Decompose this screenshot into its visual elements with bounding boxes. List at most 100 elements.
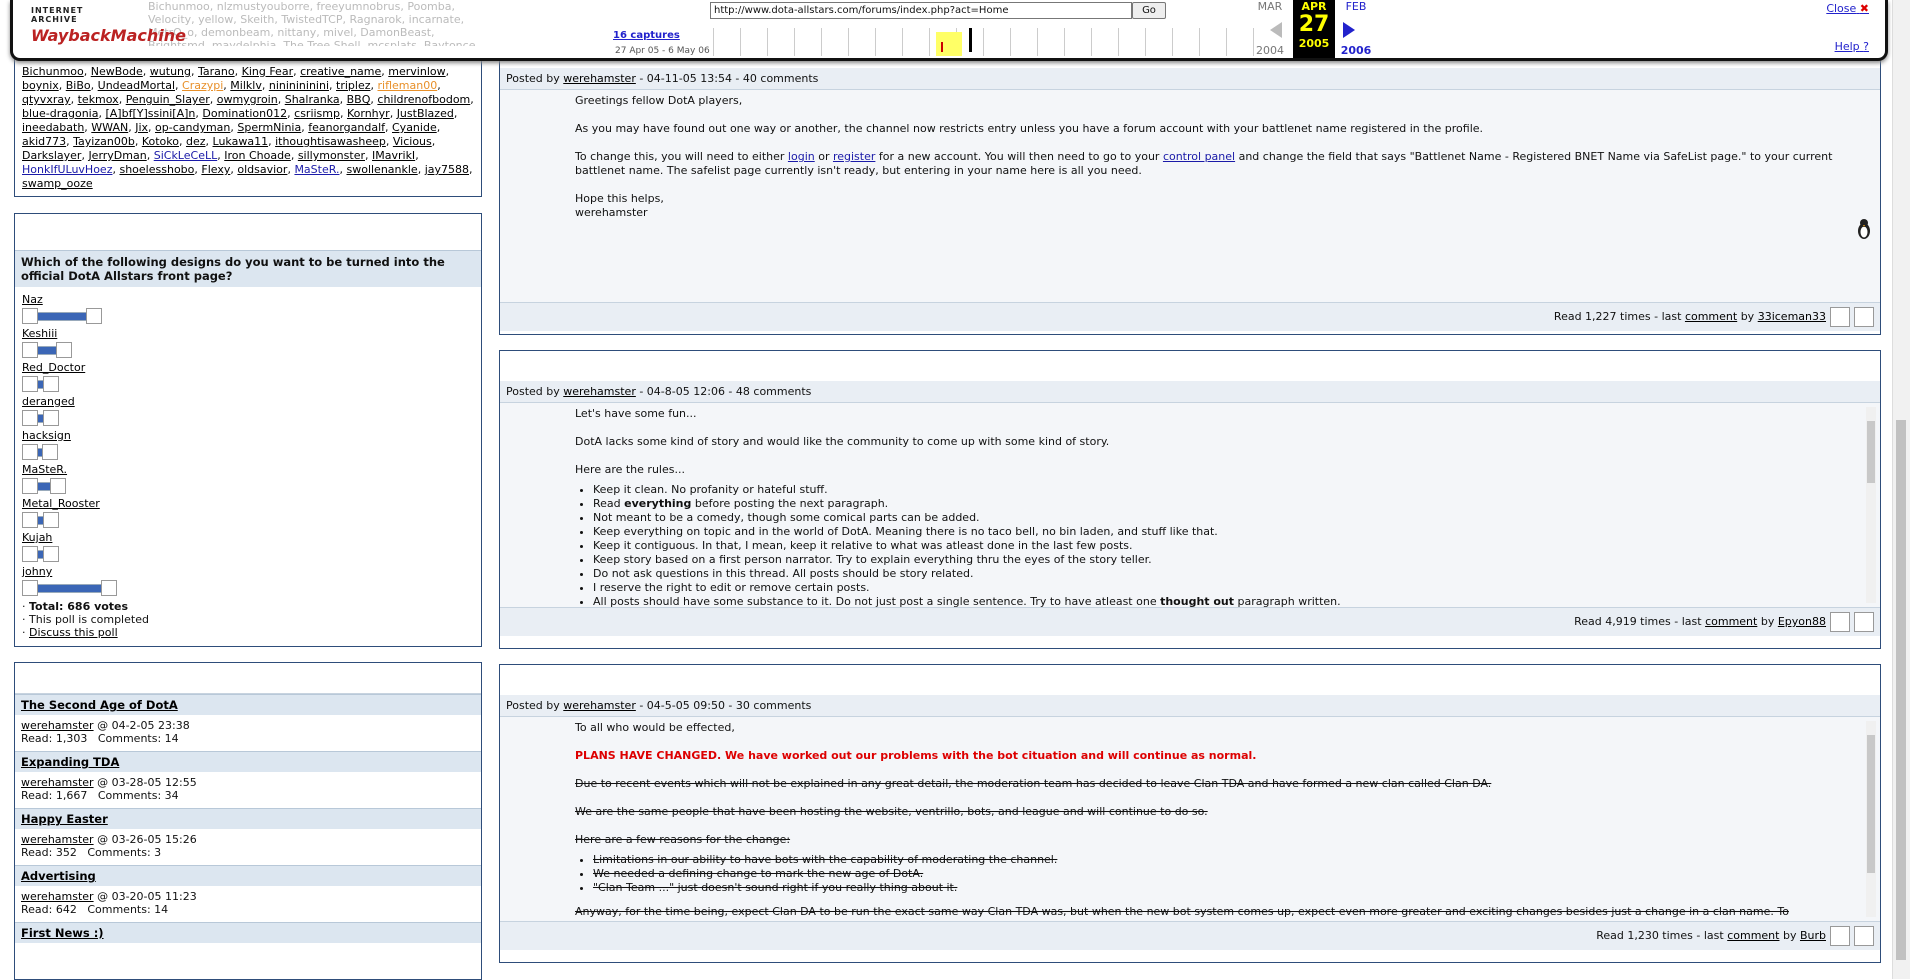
post-author-link[interactable]: werehamster: [563, 699, 636, 712]
next-arrow-icon[interactable]: [1343, 22, 1355, 38]
member-link[interactable]: sillymonster: [298, 149, 365, 162]
last-commenter-link[interactable]: Epyon88: [1778, 615, 1826, 628]
news-title-link[interactable]: First News :): [21, 926, 104, 940]
poll-option-name[interactable]: Red_Doctor: [22, 361, 474, 374]
news-title-link[interactable]: Advertising: [21, 869, 96, 883]
member-link[interactable]: mervinlow: [388, 65, 445, 78]
news-title-link[interactable]: The Second Age of DotA: [21, 698, 178, 712]
poll-option-name[interactable]: Naz: [22, 293, 474, 306]
quote-icon[interactable]: [1830, 307, 1850, 327]
scrollbar-thumb[interactable]: [1867, 421, 1875, 483]
scrollbar-thumb[interactable]: [1867, 735, 1875, 873]
news-author-link[interactable]: werehamster: [21, 719, 94, 732]
prev-arrow-icon[interactable]: [1270, 22, 1282, 38]
member-link[interactable]: MaSteR.: [294, 163, 339, 176]
register-link[interactable]: register: [833, 150, 875, 163]
print-icon[interactable]: [1854, 926, 1874, 946]
member-link[interactable]: childrenofbodom: [377, 93, 470, 106]
member-link[interactable]: Tayizan00b: [73, 135, 135, 148]
member-link[interactable]: IMavrikI: [372, 149, 415, 162]
member-link[interactable]: BiBo: [66, 79, 91, 92]
member-link[interactable]: nininininini: [269, 79, 329, 92]
news-author-link[interactable]: werehamster: [21, 890, 94, 903]
wayback-logo[interactable]: INTERNET ARCHIVE WaybackMachine: [31, 6, 186, 50]
member-link[interactable]: akid773: [22, 135, 66, 148]
member-link[interactable]: Iron Choade: [224, 149, 291, 162]
member-link[interactable]: qtyvxray: [22, 93, 71, 106]
last-comment-link[interactable]: comment: [1705, 615, 1757, 628]
member-link[interactable]: Cyanide: [392, 121, 437, 134]
captures-link[interactable]: 16 captures: [613, 30, 680, 41]
member-link[interactable]: dez: [186, 135, 206, 148]
post-scrollbar[interactable]: [1866, 407, 1876, 603]
post-body[interactable]: To all who would be effected, PLANS HAVE…: [500, 717, 1880, 921]
print-icon[interactable]: [1854, 307, 1874, 327]
capture-timeline[interactable]: [713, 28, 1274, 56]
member-link[interactable]: Shalranka: [285, 93, 340, 106]
next-year[interactable]: 2006: [1336, 44, 1376, 57]
member-link[interactable]: boynix: [22, 79, 59, 92]
next-month[interactable]: FEB: [1336, 0, 1376, 13]
poll-option-name[interactable]: johny: [22, 565, 474, 578]
quote-icon[interactable]: [1830, 612, 1850, 632]
poll-option-name[interactable]: Kujah: [22, 531, 474, 544]
help-link[interactable]: Help ?: [1835, 40, 1869, 53]
member-link[interactable]: Milklv: [230, 79, 262, 92]
poll-option-name[interactable]: deranged: [22, 395, 474, 408]
last-commenter-link[interactable]: Burb: [1800, 929, 1826, 942]
news-author-link[interactable]: werehamster: [21, 833, 94, 846]
member-link[interactable]: Jix: [135, 121, 148, 134]
last-comment-link[interactable]: comment: [1727, 929, 1779, 942]
member-link[interactable]: rifleman00: [378, 79, 438, 92]
last-comment-link[interactable]: comment: [1685, 310, 1737, 323]
control-panel-link[interactable]: control panel: [1163, 150, 1235, 163]
member-link[interactable]: swollenankle: [346, 163, 417, 176]
member-link[interactable]: swamp_ooze: [22, 177, 93, 190]
member-link[interactable]: UndeadMortal: [98, 79, 175, 92]
member-link[interactable]: SpermNinia: [237, 121, 301, 134]
member-link[interactable]: Crazypi: [182, 79, 223, 92]
member-link[interactable]: King Fear: [242, 65, 293, 78]
member-link[interactable]: NewBode: [91, 65, 143, 78]
member-link[interactable]: Tarano: [198, 65, 235, 78]
member-link[interactable]: WWAN: [91, 121, 128, 134]
member-link[interactable]: op-candyman: [155, 121, 230, 134]
member-link[interactable]: owmygroin: [217, 93, 278, 106]
member-link[interactable]: jay7588: [425, 163, 469, 176]
member-link[interactable]: Kotoko: [142, 135, 179, 148]
member-link[interactable]: JerryDman: [88, 149, 146, 162]
news-author-link[interactable]: werehamster: [21, 776, 94, 789]
post-body[interactable]: Let's have some fun... DotA lacks some k…: [500, 403, 1880, 607]
member-link[interactable]: ithoughtisawasheep: [275, 135, 386, 148]
post-author-link[interactable]: werehamster: [563, 72, 636, 85]
poll-option-name[interactable]: Metal_Rooster: [22, 497, 474, 510]
print-icon[interactable]: [1854, 612, 1874, 632]
page-scrollbar[interactable]: [1892, 0, 1910, 979]
member-link[interactable]: JustBlazed: [397, 107, 454, 120]
member-link[interactable]: BBQ: [347, 93, 371, 106]
member-link[interactable]: tekmox: [78, 93, 119, 106]
member-link[interactable]: Vicious: [393, 135, 432, 148]
member-link[interactable]: feanorgandalf: [308, 121, 385, 134]
member-link[interactable]: Bichunmoo: [22, 65, 84, 78]
member-link[interactable]: HonkIfULuvHoez: [22, 163, 112, 176]
page-scrollbar-thumb[interactable]: [1896, 420, 1906, 960]
member-link[interactable]: Darkslayer: [22, 149, 81, 162]
member-link[interactable]: oldsavior: [237, 163, 287, 176]
go-button[interactable]: Go: [1132, 2, 1166, 19]
member-link[interactable]: SiCkLeCeLL: [154, 149, 218, 162]
member-link[interactable]: ineedabath: [22, 121, 84, 134]
poll-option-name[interactable]: MaSteR.: [22, 463, 474, 476]
member-link[interactable]: shoelesshobo: [119, 163, 194, 176]
member-link[interactable]: creative_name: [300, 65, 381, 78]
member-link[interactable]: triplez: [336, 79, 370, 92]
last-commenter-link[interactable]: 33iceman33: [1758, 310, 1826, 323]
news-title-link[interactable]: Happy Easter: [21, 812, 108, 826]
member-link[interactable]: Domination012: [202, 107, 287, 120]
member-link[interactable]: csriismp: [294, 107, 340, 120]
member-link[interactable]: blue-dragonia: [22, 107, 98, 120]
quote-icon[interactable]: [1830, 926, 1850, 946]
post-author-link[interactable]: werehamster: [563, 385, 636, 398]
news-title-link[interactable]: Expanding TDA: [21, 755, 119, 769]
member-link[interactable]: Penguin_Slayer: [126, 93, 210, 106]
